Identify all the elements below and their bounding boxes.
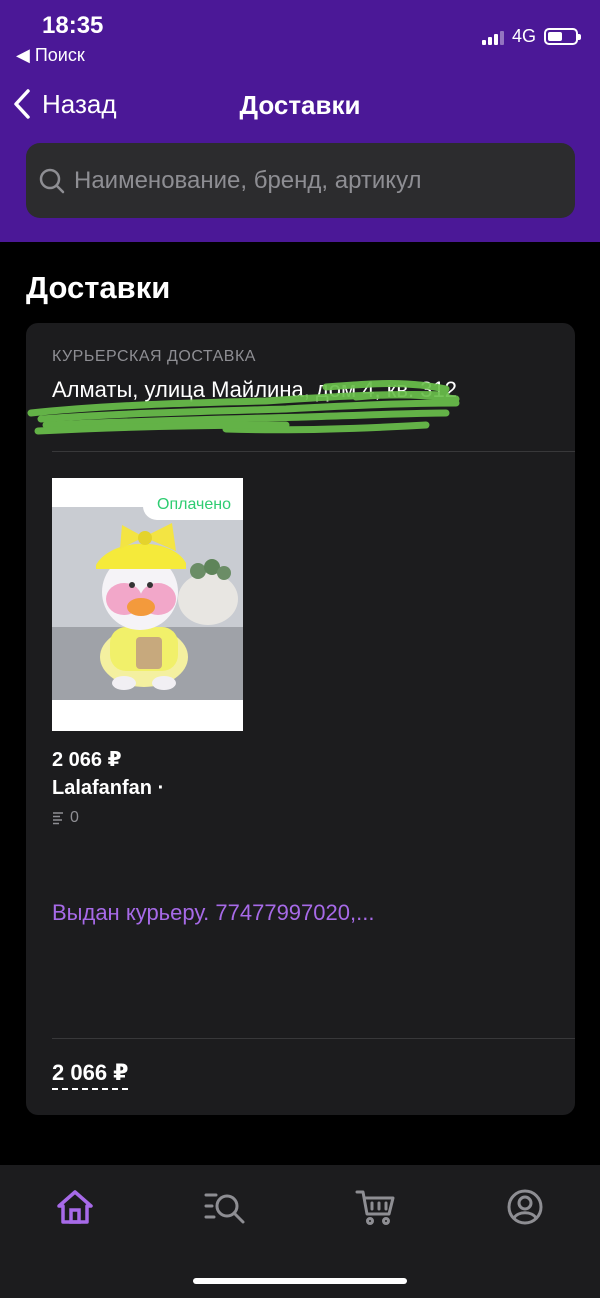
tab-profile[interactable] (500, 1185, 550, 1229)
battery-icon (544, 28, 581, 45)
delivery-type: КУРЬЕРСКАЯ ДОСТАВКА (52, 348, 256, 365)
card-divider-bottom (52, 1038, 575, 1039)
order-total[interactable]: 2 066 ₽ (52, 1060, 129, 1090)
cart-icon (355, 1190, 395, 1225)
product-thumbnail[interactable]: Оплачено (52, 478, 243, 731)
review-count-value: 0 (70, 809, 79, 826)
search-input[interactable] (74, 166, 554, 195)
card-divider (52, 451, 575, 452)
network-type: 4G (511, 26, 536, 46)
tab-home[interactable] (50, 1185, 100, 1229)
catalog-search-icon (204, 1193, 245, 1224)
delivery-card: КУРЬЕРСКАЯ ДОСТАВКА Алматы, улица Майлин… (26, 323, 575, 1115)
chevron-left-icon (14, 89, 30, 119)
product-photo (52, 507, 243, 700)
list-icon (53, 812, 63, 825)
paid-status-badge: Оплачено (143, 490, 243, 520)
search-icon (39, 168, 65, 193)
product-brand: Lalafanfan · (52, 777, 165, 799)
profile-icon (507, 1189, 543, 1225)
tab-catalog[interactable] (200, 1185, 250, 1229)
review-count: 0 (52, 809, 79, 827)
delivery-status-link[interactable]: Выдан курьеру. 77477997020,... (52, 899, 452, 927)
page-title: Доставки (26, 270, 171, 305)
product-price: 2 066 ₽ (52, 749, 122, 771)
delivery-address: Алматы, улица Майлина, дом 4, кв. 312 (52, 377, 457, 402)
status-indicators: 4G (481, 26, 581, 47)
status-time: 18:35 (42, 12, 104, 39)
header: 18:35 ◀ Поиск 4G Назад Доставки (0, 0, 600, 242)
home-indicator (193, 1278, 407, 1284)
home-icon (57, 1190, 93, 1224)
back-to-app-link[interactable]: ◀ Поиск (16, 45, 85, 66)
back-button-label: Назад (42, 88, 117, 119)
search-bar[interactable] (26, 143, 575, 218)
back-button[interactable]: Назад (12, 88, 117, 120)
tab-cart[interactable] (350, 1185, 400, 1229)
signal-icon (481, 29, 504, 45)
